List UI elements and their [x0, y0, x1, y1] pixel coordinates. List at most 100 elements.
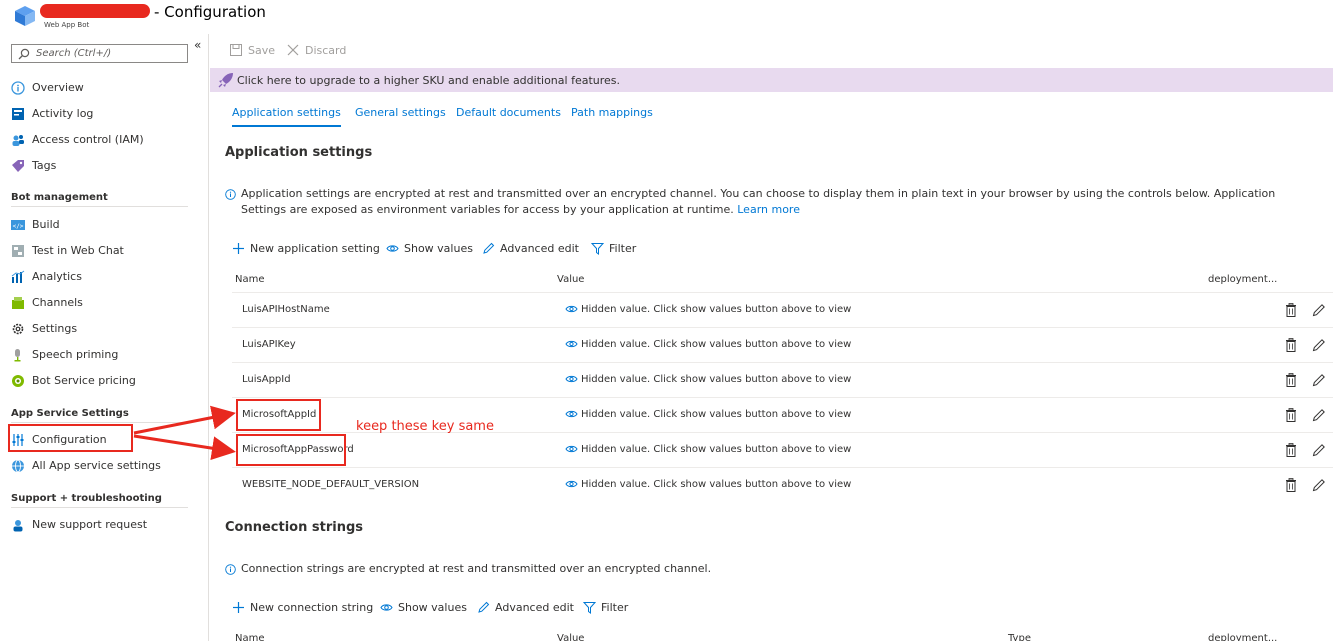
advanced-edit-label: Advanced edit	[500, 242, 579, 255]
upgrade-banner[interactable]: Click here to upgrade to a higher SKU an…	[210, 68, 1333, 92]
filter-icon	[591, 243, 604, 255]
sidebar-item-bot-service-pricing[interactable]: Bot Service pricing	[11, 371, 201, 391]
annotation-text: keep these key same	[356, 419, 494, 434]
column-header-name[interactable]: Name	[235, 274, 265, 285]
sidebar-item-new-support-request[interactable]: New support request	[11, 515, 201, 535]
filter-label: Filter	[609, 242, 637, 255]
sidebar-item-label: Build	[32, 218, 60, 231]
setting-name: LuisAPIHostName	[242, 304, 330, 315]
connection-strings-info: Connection strings are encrypted at rest…	[225, 561, 1320, 579]
delete-icon[interactable]	[1285, 478, 1297, 492]
new-application-setting-label: New application setting	[250, 242, 380, 255]
tab-general-settings[interactable]: General settings	[355, 106, 446, 119]
conn-column-header-name[interactable]: Name	[235, 633, 265, 641]
pencil-icon[interactable]	[1312, 478, 1326, 492]
tab-application-settings[interactable]: Application settings	[232, 106, 341, 127]
info-icon	[225, 189, 236, 200]
sidebar-item-build[interactable]: </> Build	[11, 215, 201, 235]
pencil-icon[interactable]	[1312, 338, 1326, 352]
eye-icon	[565, 305, 578, 313]
sidebar-item-label: Tags	[32, 159, 57, 172]
web-app-bot-logo-icon	[15, 6, 35, 26]
hidden-value-text: Hidden value. Click show values button a…	[581, 444, 852, 455]
application-settings-heading: Application settings	[225, 145, 373, 160]
eye-icon	[565, 480, 578, 488]
sidebar: Search (Ctrl+/) « Overview Activity log …	[0, 34, 209, 641]
pencil-icon[interactable]	[1312, 443, 1326, 457]
sidebar-item-label: Settings	[32, 322, 78, 335]
eye-icon	[565, 340, 578, 348]
table-row[interactable]: LuisAPIHostName Hidden value. Click show …	[232, 292, 1333, 327]
sidebar-item-tags[interactable]: Tags	[11, 156, 201, 176]
tag-icon	[12, 160, 24, 172]
sidebar-item-label: Test in Web Chat	[32, 244, 124, 257]
eye-icon	[565, 410, 578, 418]
sidebar-item-analytics[interactable]: Analytics	[11, 267, 201, 287]
sidebar-item-test-in-web-chat[interactable]: Test in Web Chat	[11, 241, 201, 261]
header: - Configuration Web App Bot	[0, 0, 1333, 34]
pencil-icon[interactable]	[1312, 408, 1326, 422]
sidebar-item-label: Access control (IAM)	[32, 133, 144, 146]
table-row[interactable]: LuisAppId Hidden value. Click show values…	[232, 362, 1333, 397]
save-icon	[230, 44, 242, 56]
eye-icon	[380, 604, 393, 611]
people-icon	[12, 135, 24, 146]
sidebar-item-access-control[interactable]: Access control (IAM)	[11, 130, 201, 150]
conn-column-header-deployment[interactable]: deployment...	[1208, 633, 1277, 641]
analytics-icon	[11, 270, 25, 283]
table-row[interactable]: LuisAPIKey Hidden value. Click show value…	[232, 327, 1333, 362]
close-icon	[287, 44, 299, 56]
sidebar-item-channels[interactable]: Channels	[11, 293, 201, 313]
sidebar-item-label: New support request	[32, 518, 148, 531]
pencil-icon[interactable]	[1312, 373, 1326, 387]
activity-log-icon	[12, 108, 24, 120]
delete-icon[interactable]	[1285, 303, 1297, 317]
column-header-deployment[interactable]: deployment...	[1208, 274, 1277, 285]
filter-icon	[583, 602, 596, 614]
hidden-value-text: Hidden value. Click show values button a…	[581, 479, 852, 490]
globe-icon	[12, 459, 24, 473]
hidden-value-text: Hidden value. Click show values button a…	[581, 304, 852, 315]
show-values-label: Show values	[404, 242, 473, 255]
sidebar-item-speech-priming[interactable]: Speech priming	[11, 345, 201, 365]
chat-icon	[12, 245, 24, 257]
learn-more-link[interactable]: Learn more	[737, 203, 800, 216]
tab-path-mappings[interactable]: Path mappings	[571, 106, 653, 119]
table-row[interactable]: MicrosoftAppPassword Hidden value. Click …	[232, 432, 1333, 467]
setting-name: LuisAppId	[242, 374, 291, 385]
discard-label: Discard	[305, 44, 347, 57]
eye-icon	[386, 245, 399, 252]
pencil-icon[interactable]	[1312, 303, 1326, 317]
sidebar-item-all-app-service-settings[interactable]: All App service settings	[11, 456, 201, 476]
conn-column-header-type[interactable]: Type	[1008, 633, 1031, 641]
delete-icon[interactable]	[1285, 373, 1297, 387]
connection-strings-heading: Connection strings	[225, 520, 364, 535]
table-row[interactable]: WEBSITE_NODE_DEFAULT_VERSION Hidden value…	[232, 467, 1333, 502]
plus-icon	[233, 243, 244, 254]
conn-column-header-value[interactable]: Value	[557, 633, 584, 641]
sidebar-item-label: Bot Service pricing	[32, 374, 136, 387]
resource-type-label: Web App Bot	[44, 21, 90, 29]
connection-strings-info-text: Connection strings are encrypted at rest…	[241, 562, 712, 575]
column-header-value[interactable]: Value	[557, 274, 584, 285]
pencil-icon	[478, 601, 490, 613]
sidebar-search-input[interactable]: Search (Ctrl+/)	[11, 44, 188, 63]
tab-default-documents[interactable]: Default documents	[456, 106, 561, 119]
eye-icon	[565, 445, 578, 453]
save-label: Save	[248, 44, 276, 57]
sidebar-item-activity-log[interactable]: Activity log	[11, 104, 201, 124]
sidebar-item-settings[interactable]: Settings	[11, 319, 201, 339]
new-connection-string-label: New connection string	[250, 601, 374, 614]
plus-icon	[233, 602, 244, 613]
hidden-value-text: Hidden value. Click show values button a…	[581, 409, 852, 420]
delete-icon[interactable]	[1285, 338, 1297, 352]
delete-icon[interactable]	[1285, 443, 1297, 457]
annotation-highlight-microsoftapppassword	[236, 434, 346, 466]
toolbar: Save Discard	[210, 34, 1333, 67]
delete-icon[interactable]	[1285, 408, 1297, 422]
section-bot-management: Bot management	[11, 192, 188, 207]
sidebar-item-label: Speech priming	[32, 348, 119, 361]
sidebar-item-label: Activity log	[32, 107, 94, 120]
sidebar-item-overview[interactable]: Overview	[11, 78, 201, 98]
collapse-sidebar-button[interactable]: «	[194, 38, 201, 52]
